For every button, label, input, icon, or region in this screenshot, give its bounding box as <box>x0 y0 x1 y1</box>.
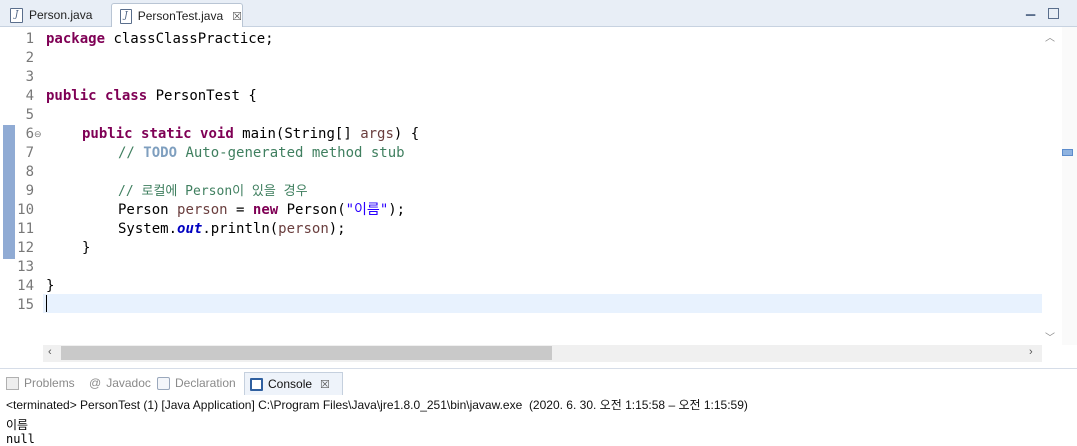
line-number: 12 <box>17 240 34 256</box>
code-line-11: System.out.println(person); <box>118 221 346 237</box>
chevron-right-icon[interactable]: › <box>1029 346 1033 358</box>
horizontal-scrollbar[interactable]: ‹ › <box>43 345 1042 362</box>
chevron-left-icon[interactable]: ‹ <box>48 346 52 358</box>
console-icon <box>250 377 263 391</box>
line-number: 8 <box>25 164 34 180</box>
editor-tab-bar: J Person.java J PersonTest.java ☒ ▁ <box>0 0 1077 28</box>
code-line-1: package classClassPractice; <box>46 31 274 47</box>
line-number: 6 <box>25 126 34 142</box>
line-number: 11 <box>17 221 34 237</box>
tab-label: PersonTest.java <box>137 9 224 23</box>
code-editor[interactable]: ⊖ 1 2 3 4 5 6 7 8 9 10 11 12 13 14 15 pa… <box>0 27 1077 364</box>
scrollbar-thumb[interactable] <box>61 346 552 360</box>
code-line-6: public static void main(String[] args) { <box>82 126 420 142</box>
line-number: 15 <box>17 297 34 313</box>
close-icon[interactable]: ☒ <box>320 378 330 391</box>
at-sign-icon: @ <box>89 376 102 390</box>
console-output-line: null <box>6 432 35 446</box>
code-line-4: public class PersonTest { <box>46 88 257 104</box>
java-file-icon: J <box>120 8 132 24</box>
overview-ruler <box>1062 27 1077 345</box>
line-number: 14 <box>17 278 34 294</box>
view-tab-bar: Problems @ Javadoc Declaration Console ☒ <box>0 368 1077 395</box>
code-line-7: // TODO Auto-generated method stub <box>118 145 405 161</box>
line-number: 2 <box>25 50 34 66</box>
line-number: 1 <box>25 31 34 47</box>
fold-icon[interactable]: ⊖ <box>34 129 42 140</box>
code-line-10: Person person = new Person("이름"); <box>118 202 406 218</box>
console-output-line: 이름 <box>6 418 29 432</box>
tab-label: Problems <box>24 376 75 390</box>
tab-label: Javadoc <box>106 376 151 390</box>
line-number: 13 <box>17 259 34 275</box>
vertical-scrollbar[interactable]: ︿ ﹀ <box>1042 27 1059 345</box>
close-icon[interactable]: ☒ <box>232 10 242 23</box>
line-number: 10 <box>17 202 34 218</box>
current-line-highlight <box>43 294 1042 313</box>
code-line-9: // 로컬에 Person이 있을 경우 <box>118 184 308 199</box>
overview-marker[interactable] <box>1062 149 1073 156</box>
line-number: 9 <box>25 183 34 199</box>
line-number: 3 <box>25 69 34 85</box>
tab-console[interactable]: Console ☒ <box>244 372 343 395</box>
tab-person-java[interactable]: J Person.java <box>4 3 108 27</box>
tab-declaration[interactable]: Declaration <box>157 372 236 394</box>
tab-label: Declaration <box>175 376 236 390</box>
code-line-12: } <box>82 240 91 256</box>
maximize-icon[interactable] <box>1048 8 1059 19</box>
tab-problems[interactable]: Problems <box>6 372 75 394</box>
chevron-down-icon[interactable]: ﹀ <box>1045 329 1055 344</box>
console-status-line: <terminated> PersonTest (1) [Java Applic… <box>6 398 748 412</box>
tab-label: Person.java <box>29 8 93 22</box>
line-number: 7 <box>25 145 34 161</box>
minimize-icon[interactable]: ▁ <box>1026 2 1035 16</box>
tab-persontest-java[interactable]: J PersonTest.java ☒ <box>111 3 243 28</box>
code-line-14: } <box>46 278 55 294</box>
problems-icon <box>6 376 19 390</box>
tab-label: Console <box>268 377 313 391</box>
line-number: 5 <box>25 107 34 123</box>
line-number: 4 <box>25 88 34 104</box>
java-file-icon: J <box>10 7 23 23</box>
text-caret <box>46 295 47 312</box>
tab-javadoc[interactable]: @ Javadoc <box>89 372 151 394</box>
chevron-up-icon[interactable]: ︿ <box>1045 29 1055 44</box>
declaration-icon <box>157 376 170 390</box>
